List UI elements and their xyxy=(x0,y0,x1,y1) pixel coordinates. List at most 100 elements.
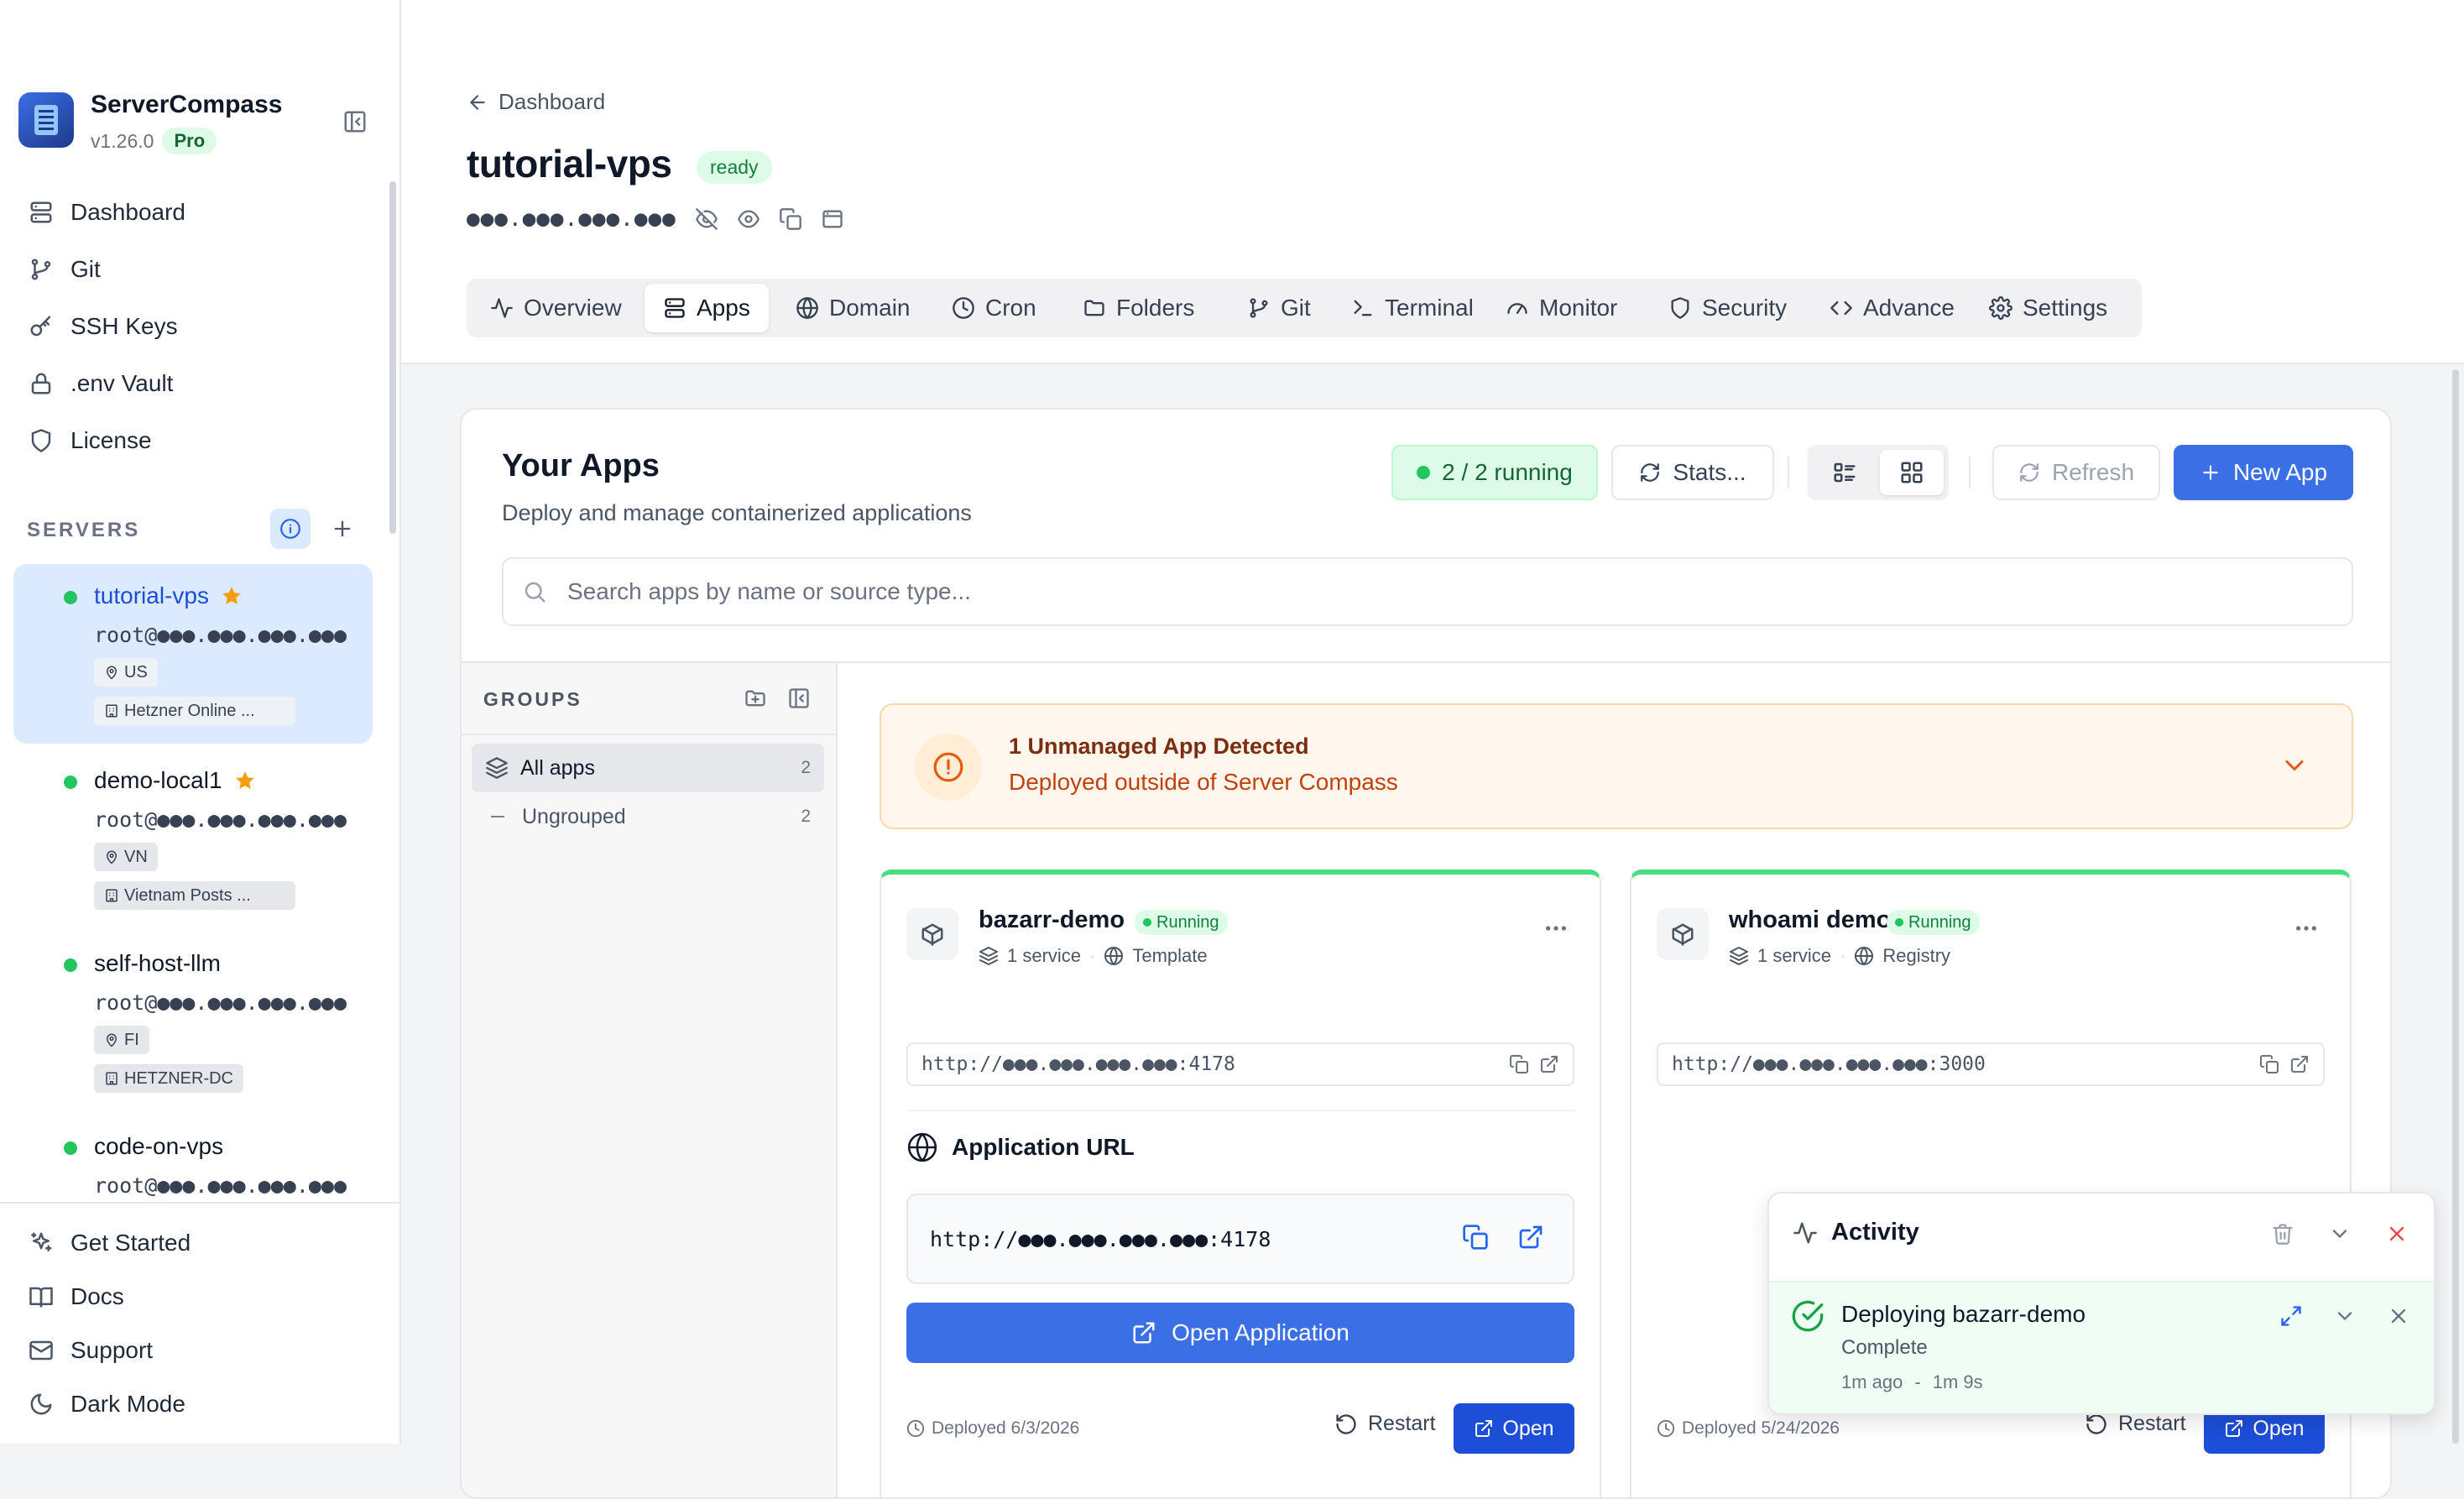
copy-icon[interactable] xyxy=(1462,1224,1489,1251)
more-horizontal-icon[interactable] xyxy=(2293,915,2320,942)
external-link-icon xyxy=(1131,1320,1156,1345)
collapse-groups-icon[interactable] xyxy=(787,687,811,710)
star-icon[interactable] xyxy=(221,585,243,607)
gauge-icon xyxy=(1506,296,1529,320)
layers-icon xyxy=(979,946,999,966)
star-icon[interactable] xyxy=(234,770,256,791)
restart-button[interactable]: Restart xyxy=(2085,1412,2186,1436)
nav-git[interactable]: Git xyxy=(29,248,101,290)
server-item-tutorial-vps[interactable]: tutorial-vps root@●●●.●●●.●●●.●●● US Het… xyxy=(13,564,373,744)
app-meta: 1 service · Registry xyxy=(1729,945,1950,967)
trash-icon[interactable] xyxy=(2271,1222,2294,1246)
nav-docs[interactable]: Docs xyxy=(29,1276,124,1318)
new-folder-icon[interactable] xyxy=(744,687,767,710)
book-icon xyxy=(29,1284,54,1309)
new-app-button[interactable]: New App xyxy=(2174,445,2353,500)
deployed-date: Deployed 6/3/2026 xyxy=(906,1418,1079,1439)
open-application-button[interactable]: Open Application xyxy=(906,1303,1574,1363)
plus-icon xyxy=(334,520,351,537)
more-horizontal-icon[interactable] xyxy=(1543,915,1569,942)
list-view-button[interactable] xyxy=(1813,450,1877,495)
open-button[interactable]: Open xyxy=(1454,1403,1574,1454)
group-ungrouped[interactable]: Ungrouped 2 xyxy=(472,792,824,841)
chevron-down-icon[interactable] xyxy=(2333,1304,2357,1328)
server-item-self-host-llm[interactable]: self-host-llm root@●●●.●●●.●●●.●●● FI HE… xyxy=(13,932,373,1111)
collapse-sidebar-icon[interactable] xyxy=(342,109,368,134)
external-link-icon[interactable] xyxy=(1517,1224,1544,1251)
groups-heading: GROUPS xyxy=(483,688,582,710)
nav-get-started[interactable]: Get Started xyxy=(29,1222,191,1264)
terminal-icon xyxy=(1351,296,1375,320)
close-icon[interactable] xyxy=(2387,1304,2410,1328)
stats-button[interactable]: Stats... xyxy=(1611,445,1774,500)
nav-label: Support xyxy=(70,1337,154,1363)
search-input[interactable] xyxy=(566,577,2164,606)
tab-security[interactable]: Security xyxy=(1650,284,1805,332)
copy-icon[interactable] xyxy=(779,207,802,231)
server-provider-tag: Hetzner Online ... xyxy=(94,697,295,725)
group-count: 2 xyxy=(801,807,811,826)
server-item-code-on-vps[interactable]: code-on-vps root@●●●.●●●.●●●.●●● xyxy=(13,1115,373,1200)
copy-icon[interactable] xyxy=(2259,1054,2279,1074)
package-icon xyxy=(1657,908,1709,960)
unmanaged-apps-banner[interactable]: 1 Unmanaged App Detected Deployed outsid… xyxy=(880,703,2353,829)
server-provider-tag: Vietnam Posts ... xyxy=(94,881,295,910)
tab-cron[interactable]: Cron xyxy=(933,284,1055,332)
activity-status: Complete xyxy=(1841,1336,1928,1359)
divider xyxy=(0,1202,399,1204)
search-icon xyxy=(522,579,547,604)
tab-folders[interactable]: Folders xyxy=(1064,284,1213,332)
app-status-badge: Running xyxy=(1135,910,1228,935)
building-icon xyxy=(104,1071,119,1086)
server-icon xyxy=(663,296,686,320)
expand-icon[interactable] xyxy=(2279,1304,2303,1328)
plus-icon xyxy=(2200,462,2221,483)
nav-ssh-keys[interactable]: SSH Keys xyxy=(29,306,178,347)
copy-icon[interactable] xyxy=(1509,1054,1529,1074)
tab-apps[interactable]: Apps xyxy=(645,284,769,332)
tab-advance[interactable]: Advance xyxy=(1811,284,1973,332)
refresh-cw-icon xyxy=(1639,462,1661,483)
server-item-demo-local1[interactable]: demo-local1 root@●●●.●●●.●●●.●●● VN Viet… xyxy=(13,749,373,928)
building-icon xyxy=(104,703,119,718)
nav-license[interactable]: License xyxy=(29,420,152,462)
refresh-button[interactable]: Refresh xyxy=(1992,445,2160,500)
tab-terminal[interactable]: Terminal xyxy=(1333,284,1492,332)
servers-info-button[interactable] xyxy=(270,509,311,549)
grid-view-button[interactable] xyxy=(1880,450,1944,495)
back-to-dashboard-link[interactable]: Dashboard xyxy=(467,89,605,115)
grid-icon xyxy=(1899,460,1924,485)
group-all-apps[interactable]: All apps 2 xyxy=(472,744,824,792)
tab-settings[interactable]: Settings xyxy=(1971,284,2126,332)
activity-time: 1m ago - 1m 9s xyxy=(1841,1371,1983,1392)
running-count-badge: 2 / 2 running xyxy=(1391,445,1598,500)
status-dot xyxy=(1895,918,1903,927)
tab-monitor[interactable]: Monitor xyxy=(1487,284,1636,332)
tab-git[interactable]: Git xyxy=(1229,284,1329,332)
nav-dashboard[interactable]: Dashboard xyxy=(29,191,185,233)
eye-off-icon[interactable] xyxy=(695,207,718,231)
restart-button[interactable]: Restart xyxy=(1334,1412,1436,1436)
main-scrollbar[interactable] xyxy=(2452,369,2459,1444)
activity-header: Activity xyxy=(1793,1219,1919,1246)
sidebar-scrollbar[interactable] xyxy=(389,181,396,534)
server-user: root@●●●.●●●.●●●.●●● xyxy=(94,623,347,647)
server-user: root@●●●.●●●.●●●.●●● xyxy=(94,1173,347,1198)
nav-env-vault[interactable]: .env Vault xyxy=(29,363,173,405)
tab-overview[interactable]: Overview xyxy=(472,284,640,332)
external-link-icon[interactable] xyxy=(1539,1054,1559,1074)
banner-subtitle: Deployed outside of Server Compass xyxy=(1009,769,1398,795)
add-server-button[interactable] xyxy=(322,509,363,549)
browser-window-icon[interactable] xyxy=(821,207,844,231)
nav-dark-mode[interactable]: Dark Mode xyxy=(29,1383,185,1425)
chevron-down-icon[interactable] xyxy=(2279,750,2310,781)
activity-item[interactable]: Deploying bazarr-demo Complete 1m ago - … xyxy=(1769,1281,2434,1413)
chevron-down-icon[interactable] xyxy=(2328,1222,2352,1246)
nav-support[interactable]: Support xyxy=(29,1329,153,1371)
app-logo-icon xyxy=(18,92,74,148)
shield-icon xyxy=(1668,296,1692,320)
tab-domain[interactable]: Domain xyxy=(777,284,928,332)
external-link-icon[interactable] xyxy=(2289,1054,2310,1074)
close-icon[interactable] xyxy=(2385,1222,2409,1246)
eye-icon[interactable] xyxy=(737,207,760,231)
